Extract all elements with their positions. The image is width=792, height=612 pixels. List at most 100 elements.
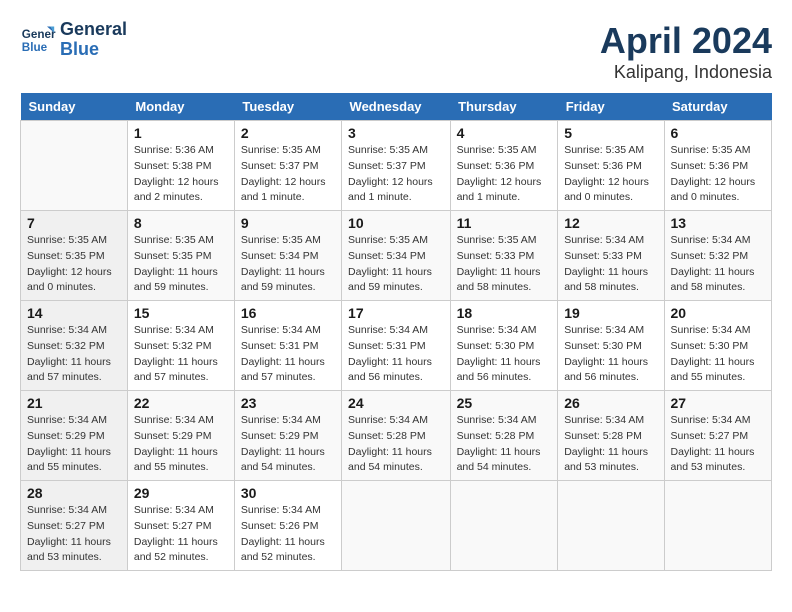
day-info: Sunrise: 5:35 AMSunset: 5:37 PMDaylight:… (241, 143, 335, 206)
day-info: Sunrise: 5:34 AMSunset: 5:28 PMDaylight:… (348, 413, 444, 476)
day-number: 30 (241, 485, 335, 501)
calendar-cell (664, 481, 771, 571)
day-info: Sunrise: 5:34 AMSunset: 5:32 PMDaylight:… (671, 233, 765, 296)
calendar-cell: 6 Sunrise: 5:35 AMSunset: 5:36 PMDaylight… (664, 121, 771, 211)
calendar-cell: 20 Sunrise: 5:34 AMSunset: 5:30 PMDayligh… (664, 301, 771, 391)
calendar-cell: 26 Sunrise: 5:34 AMSunset: 5:28 PMDayligh… (558, 391, 664, 481)
calendar-cell: 27 Sunrise: 5:34 AMSunset: 5:27 PMDayligh… (664, 391, 771, 481)
day-info: Sunrise: 5:34 AMSunset: 5:31 PMDaylight:… (348, 323, 444, 386)
calendar-cell: 23 Sunrise: 5:34 AMSunset: 5:29 PMDayligh… (234, 391, 341, 481)
weekday-header: Thursday (450, 93, 558, 121)
calendar-cell: 14 Sunrise: 5:34 AMSunset: 5:32 PMDayligh… (21, 301, 128, 391)
day-info: Sunrise: 5:34 AMSunset: 5:31 PMDaylight:… (241, 323, 335, 386)
calendar-cell: 2 Sunrise: 5:35 AMSunset: 5:37 PMDaylight… (234, 121, 341, 211)
day-info: Sunrise: 5:34 AMSunset: 5:27 PMDaylight:… (27, 503, 121, 566)
logo-icon: General Blue (20, 22, 56, 58)
day-number: 20 (671, 305, 765, 321)
day-info: Sunrise: 5:34 AMSunset: 5:28 PMDaylight:… (564, 413, 657, 476)
day-number: 2 (241, 125, 335, 141)
calendar-cell: 13 Sunrise: 5:34 AMSunset: 5:32 PMDayligh… (664, 211, 771, 301)
svg-text:General: General (22, 28, 56, 41)
calendar-table: SundayMondayTuesdayWednesdayThursdayFrid… (20, 93, 772, 571)
calendar-cell: 17Sunrise: 5:34 AMSunset: 5:31 PMDayligh… (342, 301, 451, 391)
day-info: Sunrise: 5:34 AMSunset: 5:28 PMDaylight:… (457, 413, 552, 476)
day-number: 28 (27, 485, 121, 501)
day-number: 14 (27, 305, 121, 321)
day-number: 23 (241, 395, 335, 411)
day-number: 15 (134, 305, 228, 321)
calendar-cell: 12 Sunrise: 5:34 AMSunset: 5:33 PMDayligh… (558, 211, 664, 301)
day-info: Sunrise: 5:34 AMSunset: 5:33 PMDaylight:… (564, 233, 657, 296)
calendar-cell: 24 Sunrise: 5:34 AMSunset: 5:28 PMDayligh… (342, 391, 451, 481)
day-info: Sunrise: 5:35 AMSunset: 5:35 PMDaylight:… (134, 233, 228, 296)
calendar-cell: 22Sunrise: 5:34 AMSunset: 5:29 PMDayligh… (127, 391, 234, 481)
day-number: 16 (241, 305, 335, 321)
day-number: 26 (564, 395, 657, 411)
calendar-cell: 25 Sunrise: 5:34 AMSunset: 5:28 PMDayligh… (450, 391, 558, 481)
calendar-cell: 10 Sunrise: 5:35 AMSunset: 5:34 PMDayligh… (342, 211, 451, 301)
day-info: Sunrise: 5:34 AMSunset: 5:30 PMDaylight:… (457, 323, 552, 386)
day-info: Sunrise: 5:34 AMSunset: 5:26 PMDaylight:… (241, 503, 335, 566)
calendar-cell (558, 481, 664, 571)
day-info: Sunrise: 5:35 AMSunset: 5:35 PMDaylight:… (27, 233, 121, 296)
day-info: Sunrise: 5:35 AMSunset: 5:34 PMDaylight:… (348, 233, 444, 296)
day-number: 10 (348, 215, 444, 231)
calendar-cell (21, 121, 128, 211)
calendar-cell: 9 Sunrise: 5:35 AMSunset: 5:34 PMDaylight… (234, 211, 341, 301)
day-info: Sunrise: 5:35 AMSunset: 5:34 PMDaylight:… (241, 233, 335, 296)
calendar-cell: 30 Sunrise: 5:34 AMSunset: 5:26 PMDayligh… (234, 481, 341, 571)
calendar-week-row: 14 Sunrise: 5:34 AMSunset: 5:32 PMDayligh… (21, 301, 772, 391)
day-info: Sunrise: 5:34 AMSunset: 5:32 PMDaylight:… (27, 323, 121, 386)
weekday-header: Wednesday (342, 93, 451, 121)
month-title: April 2024 (600, 20, 772, 62)
calendar-week-row: 28 Sunrise: 5:34 AMSunset: 5:27 PMDayligh… (21, 481, 772, 571)
day-number: 29 (134, 485, 228, 501)
day-info: Sunrise: 5:35 AMSunset: 5:33 PMDaylight:… (457, 233, 552, 296)
day-number: 11 (457, 215, 552, 231)
day-number: 1 (134, 125, 228, 141)
weekday-header: Friday (558, 93, 664, 121)
calendar-cell: 28 Sunrise: 5:34 AMSunset: 5:27 PMDayligh… (21, 481, 128, 571)
day-info: Sunrise: 5:35 AMSunset: 5:37 PMDaylight:… (348, 143, 444, 206)
day-info: Sunrise: 5:34 AMSunset: 5:27 PMDaylight:… (671, 413, 765, 476)
calendar-week-row: 1 Sunrise: 5:36 AMSunset: 5:38 PMDaylight… (21, 121, 772, 211)
day-info: Sunrise: 5:35 AMSunset: 5:36 PMDaylight:… (564, 143, 657, 206)
day-number: 6 (671, 125, 765, 141)
calendar-cell: 8 Sunrise: 5:35 AMSunset: 5:35 PMDaylight… (127, 211, 234, 301)
title-area: April 2024 Kalipang, Indonesia (600, 20, 772, 83)
calendar-week-row: 7Sunrise: 5:35 AMSunset: 5:35 PMDaylight… (21, 211, 772, 301)
calendar-cell (342, 481, 451, 571)
calendar-cell: 7Sunrise: 5:35 AMSunset: 5:35 PMDaylight… (21, 211, 128, 301)
calendar-cell: 18Sunrise: 5:34 AMSunset: 5:30 PMDayligh… (450, 301, 558, 391)
calendar-cell (450, 481, 558, 571)
weekday-header: Tuesday (234, 93, 341, 121)
day-info: Sunrise: 5:34 AMSunset: 5:29 PMDaylight:… (27, 413, 121, 476)
calendar-cell: 3 Sunrise: 5:35 AMSunset: 5:37 PMDaylight… (342, 121, 451, 211)
day-number: 8 (134, 215, 228, 231)
page-header: General Blue General Blue April 2024 Kal… (20, 20, 772, 83)
day-info: Sunrise: 5:35 AMSunset: 5:36 PMDaylight:… (457, 143, 552, 206)
day-info: Sunrise: 5:36 AMSunset: 5:38 PMDaylight:… (134, 143, 228, 206)
day-number: 4 (457, 125, 552, 141)
day-number: 25 (457, 395, 552, 411)
day-info: Sunrise: 5:34 AMSunset: 5:30 PMDaylight:… (671, 323, 765, 386)
day-number: 27 (671, 395, 765, 411)
svg-text:Blue: Blue (22, 41, 48, 54)
weekday-header: Sunday (21, 93, 128, 121)
calendar-cell: 16 Sunrise: 5:34 AMSunset: 5:31 PMDayligh… (234, 301, 341, 391)
calendar-cell: 1 Sunrise: 5:36 AMSunset: 5:38 PMDaylight… (127, 121, 234, 211)
day-info: Sunrise: 5:35 AMSunset: 5:36 PMDaylight:… (671, 143, 765, 206)
logo-text-blue: Blue (60, 40, 127, 60)
day-number: 9 (241, 215, 335, 231)
day-number: 24 (348, 395, 444, 411)
day-number: 13 (671, 215, 765, 231)
day-number: 3 (348, 125, 444, 141)
day-info: Sunrise: 5:34 AMSunset: 5:29 PMDaylight:… (241, 413, 335, 476)
weekday-header: Monday (127, 93, 234, 121)
calendar-cell: 15Sunrise: 5:34 AMSunset: 5:32 PMDayligh… (127, 301, 234, 391)
logo: General Blue General Blue (20, 20, 127, 60)
calendar-week-row: 21Sunrise: 5:34 AMSunset: 5:29 PMDayligh… (21, 391, 772, 481)
day-number: 12 (564, 215, 657, 231)
calendar-cell: 11 Sunrise: 5:35 AMSunset: 5:33 PMDayligh… (450, 211, 558, 301)
day-number: 22 (134, 395, 228, 411)
